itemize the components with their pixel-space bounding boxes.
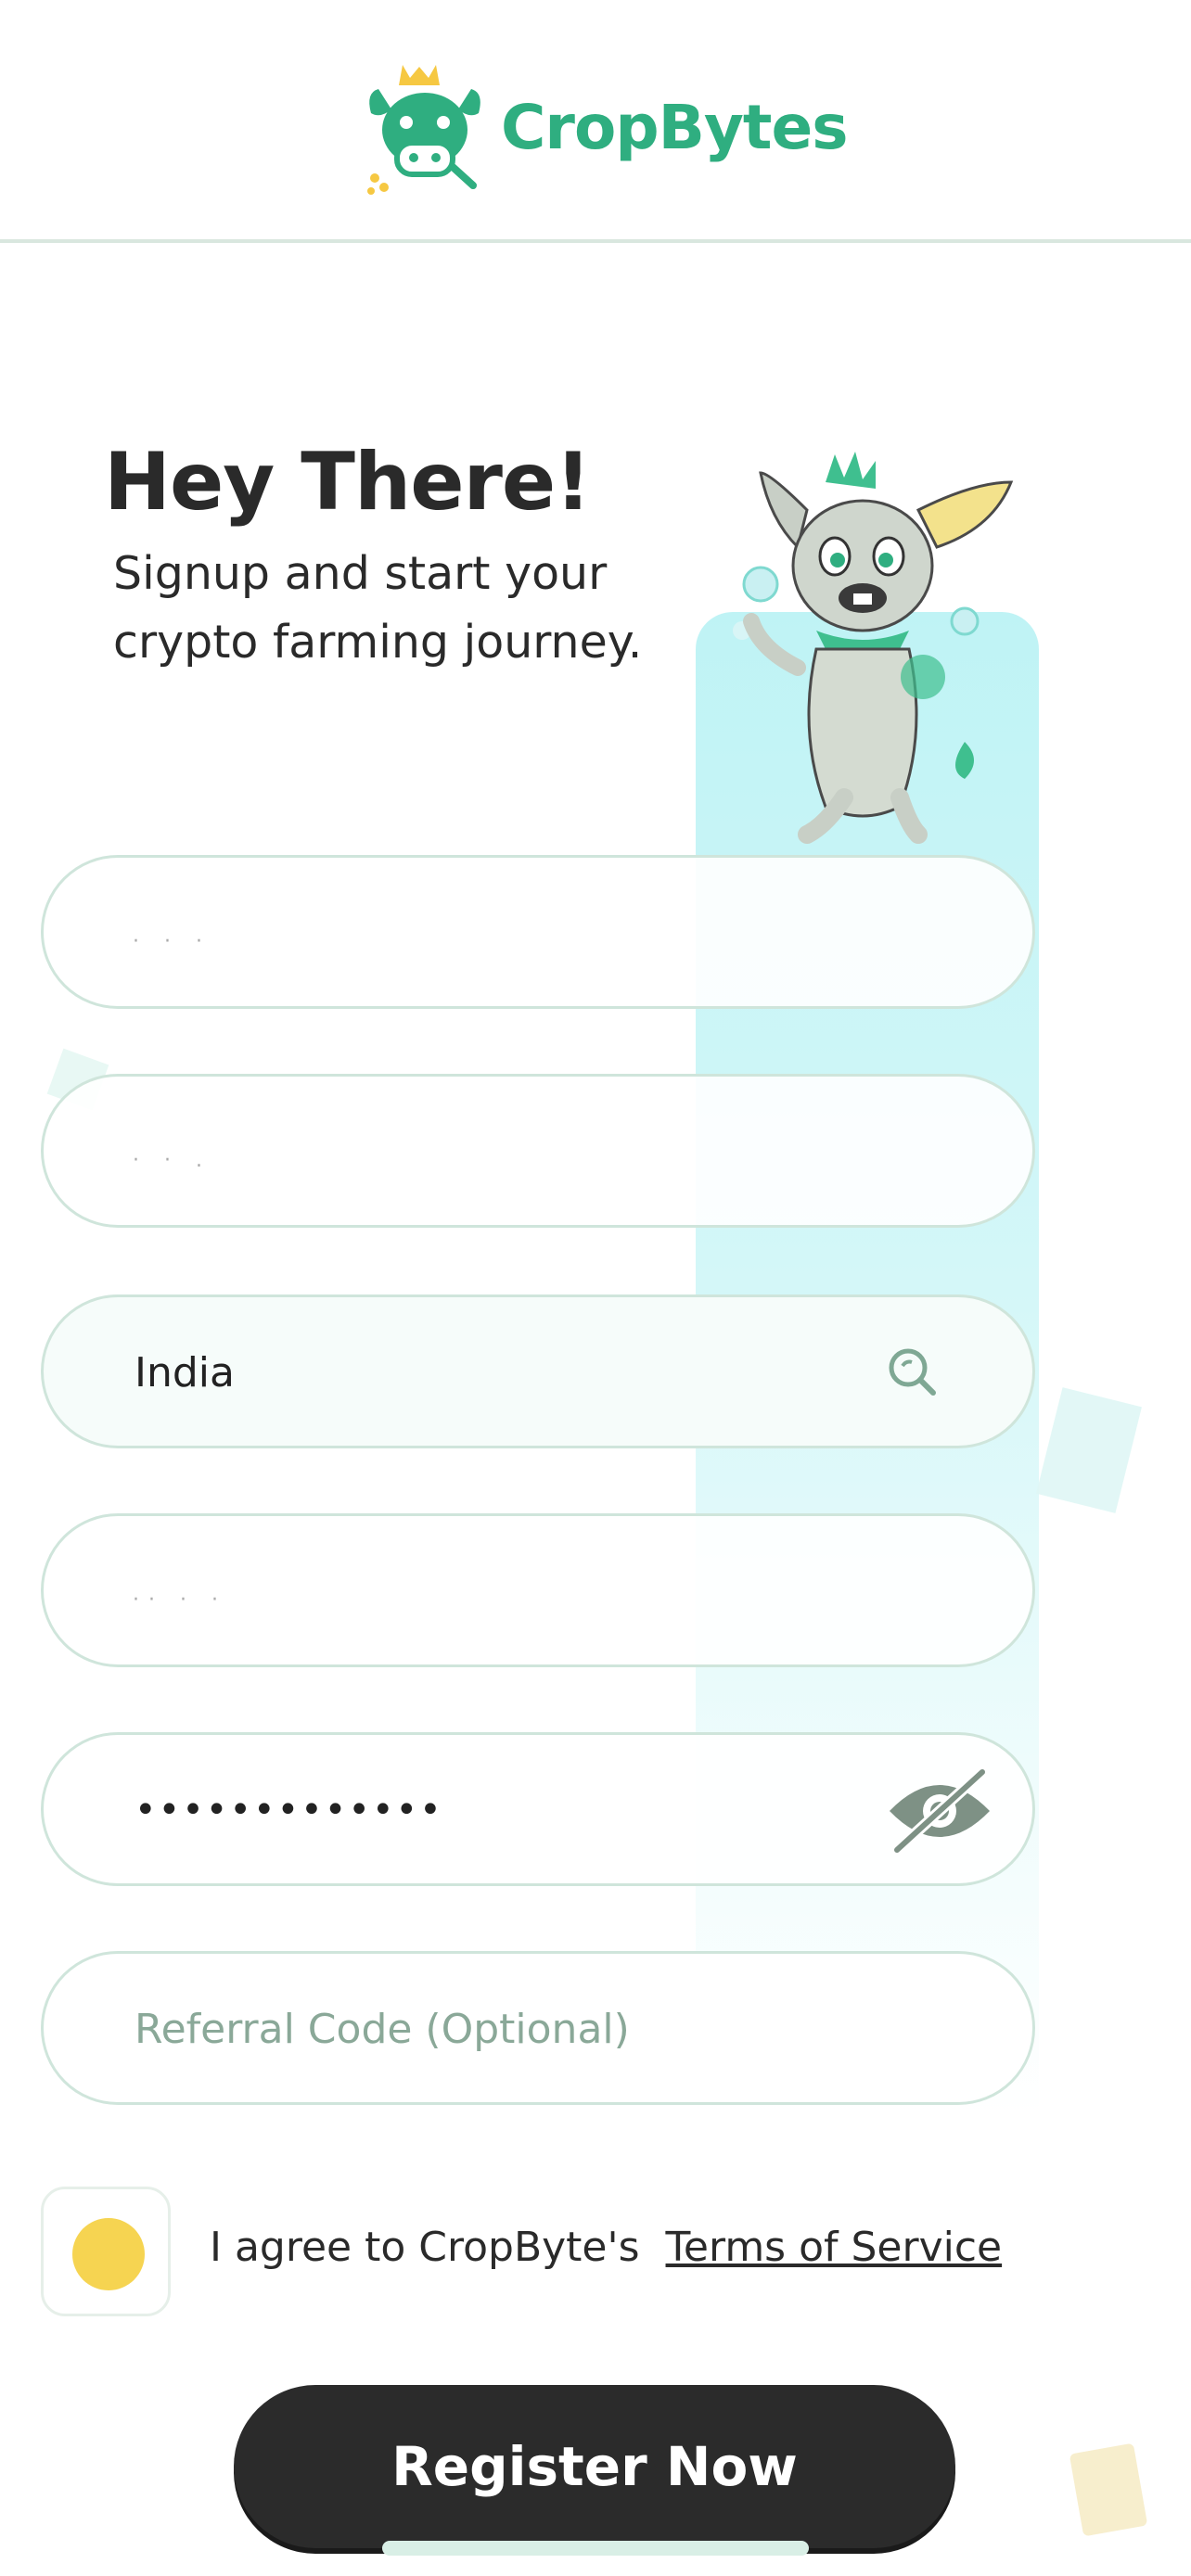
- register-button[interactable]: Register Now: [234, 2385, 955, 2548]
- redacted-value: · · ·: [133, 930, 211, 953]
- eye-off-icon[interactable]: [884, 1765, 995, 1857]
- password-field[interactable]: [41, 1732, 1035, 1886]
- decorative-shape: [1036, 1387, 1142, 1513]
- country-field[interactable]: [41, 1294, 1035, 1448]
- referral-input[interactable]: [133, 1954, 860, 2104]
- cow-logo-icon: [367, 65, 480, 195]
- email-field[interactable]: ·· · ·: [41, 1513, 1035, 1667]
- redacted-value: ·· · ·: [133, 1588, 227, 1612]
- page-title: Hey There!: [104, 436, 591, 529]
- terms-checkbox[interactable]: [41, 2187, 171, 2316]
- bunny-mascot-icon: [733, 452, 1014, 844]
- password-input[interactable]: [133, 1735, 860, 1885]
- page-subtitle: Signup and start your crypto farming jou…: [113, 547, 643, 669]
- referral-field[interactable]: [41, 1951, 1035, 2105]
- brand-name: CropBytes: [501, 91, 848, 163]
- decorative-card: [1069, 2442, 1148, 2537]
- brand-logo: CropBytes: [362, 57, 848, 197]
- username-field[interactable]: · · .: [41, 1074, 1035, 1228]
- search-icon[interactable]: [886, 1345, 941, 1401]
- terms-agreement: I agree to CropByte's Terms of Service: [210, 2224, 1002, 2271]
- name-field[interactable]: · · ·: [41, 855, 1035, 1009]
- home-indicator: [382, 2541, 809, 2556]
- terms-text: I agree to CropByte's: [210, 2224, 640, 2271]
- redacted-value: · · .: [133, 1149, 211, 1172]
- app-header: CropBytes: [0, 0, 1191, 243]
- country-input[interactable]: [133, 1297, 860, 1447]
- checkbox-indicator: [72, 2218, 145, 2290]
- terms-of-service-link[interactable]: Terms of Service: [666, 2224, 1003, 2271]
